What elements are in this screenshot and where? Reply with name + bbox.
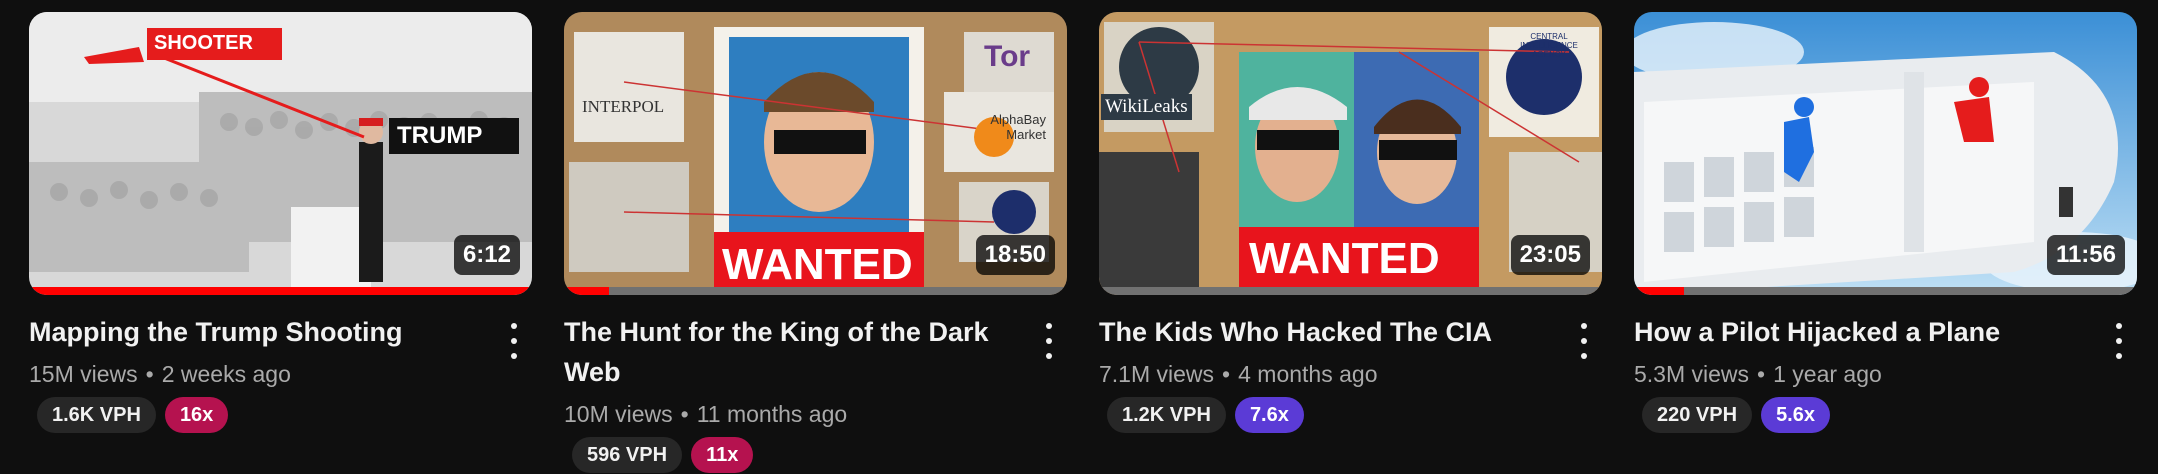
watch-progress-fill [1634,287,1685,295]
video-title[interactable]: The Hunt for the King of the Dark Web [564,312,1004,392]
thumbnail-label: Tor [984,40,1031,73]
watch-progress-bar [1099,287,1602,295]
video-thumbnail[interactable]: SHOOTER TRUMP 6:12 [29,12,532,295]
badge-row: 1.6K VPH 16x [37,397,532,433]
thumbnail-label: WANTED [1249,234,1440,283]
view-count: 5.3M views [1634,361,1750,387]
separator: • [1222,361,1231,387]
badge-row: 596 VPH 11x [572,437,1067,473]
separator: • [1757,361,1766,387]
badge-row: 220 VPH 5.6x [1642,397,2137,433]
separator: • [680,401,689,427]
video-meta: How a Pilot Hijacked a Plane 5.3M views •… [1634,295,2137,433]
more-vert-icon[interactable] [2107,323,2131,359]
video-duration: 11:56 [2046,235,2125,275]
video-title[interactable]: The Kids Who Hacked The CIA [1099,312,1539,352]
video-card[interactable]: WANTED WikiLeaks CENTRAL INTELLIGENCE AG… [1099,12,1602,473]
video-thumbnail[interactable]: WANTED INTERPOL AlphaBay Market Tor 18:5… [564,12,1067,295]
upload-age: 1 year ago [1773,361,1882,387]
thumbnail-label: WANTED [722,240,913,289]
watch-progress-fill [564,287,610,295]
thumbnail-label: AlphaBay Market [990,112,1046,142]
view-count: 10M views [564,401,673,427]
multiplier-badge: 11x [691,437,754,473]
vph-badge: 1.2K VPH [1107,397,1226,433]
thumbnail-label: WikiLeaks [1101,94,1192,120]
view-count: 15M views [29,361,138,387]
thumbnail-label: SHOOTER [154,32,253,54]
video-card[interactable]: SHOOTER TRUMP 6:12 Mapping the Trump Sho… [29,12,532,473]
watch-progress-bar [1634,287,2137,295]
video-card[interactable]: 11:56 How a Pilot Hijacked a Plane 5.3M … [1634,12,2137,473]
video-meta: The Hunt for the King of the Dark Web 10… [564,295,1067,473]
badge-row: 1.2K VPH 7.6x [1107,397,1602,433]
vph-badge: 220 VPH [1642,397,1753,433]
watch-progress-bar [564,287,1067,295]
more-vert-icon[interactable] [1037,323,1061,359]
video-card[interactable]: WANTED INTERPOL AlphaBay Market Tor 18:5… [564,12,1067,473]
video-stats: 15M views • 2 weeks ago [29,359,532,389]
video-stats: 10M views • 11 months ago [564,399,1067,429]
multiplier-badge: 16x [164,397,229,433]
vph-badge: 596 VPH [572,437,683,473]
watch-progress-fill [29,287,532,295]
video-duration: 18:50 [975,235,1055,275]
upload-age: 4 months ago [1238,361,1378,387]
thumbnail-label: TRUMP [397,122,483,149]
video-title[interactable]: How a Pilot Hijacked a Plane [1634,312,2074,352]
video-meta: Mapping the Trump Shooting 15M views • 2 w… [29,295,532,433]
video-grid: SHOOTER TRUMP 6:12 Mapping the Trump Sho… [29,12,2137,473]
video-duration: 6:12 [453,235,520,275]
separator: • [145,361,154,387]
upload-age: 11 months ago [696,401,848,427]
multiplier-badge: 5.6x [1761,397,1830,433]
more-vert-icon[interactable] [502,323,526,359]
video-stats: 7.1M views • 4 months ago [1099,359,1602,389]
video-stats: 5.3M views • 1 year ago [1634,359,2137,389]
upload-age: 2 weeks ago [161,361,291,387]
video-thumbnail[interactable]: WANTED WikiLeaks CENTRAL INTELLIGENCE AG… [1099,12,1602,295]
thumbnail-label: INTERPOL [582,97,665,116]
multiplier-badge: 7.6x [1234,397,1304,433]
vph-badge: 1.6K VPH [37,397,156,433]
view-count: 7.1M views [1099,361,1215,387]
video-title[interactable]: Mapping the Trump Shooting [29,312,469,352]
more-vert-icon[interactable] [1572,323,1596,359]
thumbnail-label: CENTRAL INTELLIGENCE AGENCY [1520,32,1578,59]
video-duration: 23:05 [1510,235,1590,275]
watch-progress-bar [29,287,532,295]
video-meta: The Kids Who Hacked The CIA 7.1M views • 4… [1099,295,1602,433]
video-thumbnail[interactable]: 11:56 [1634,12,2137,295]
